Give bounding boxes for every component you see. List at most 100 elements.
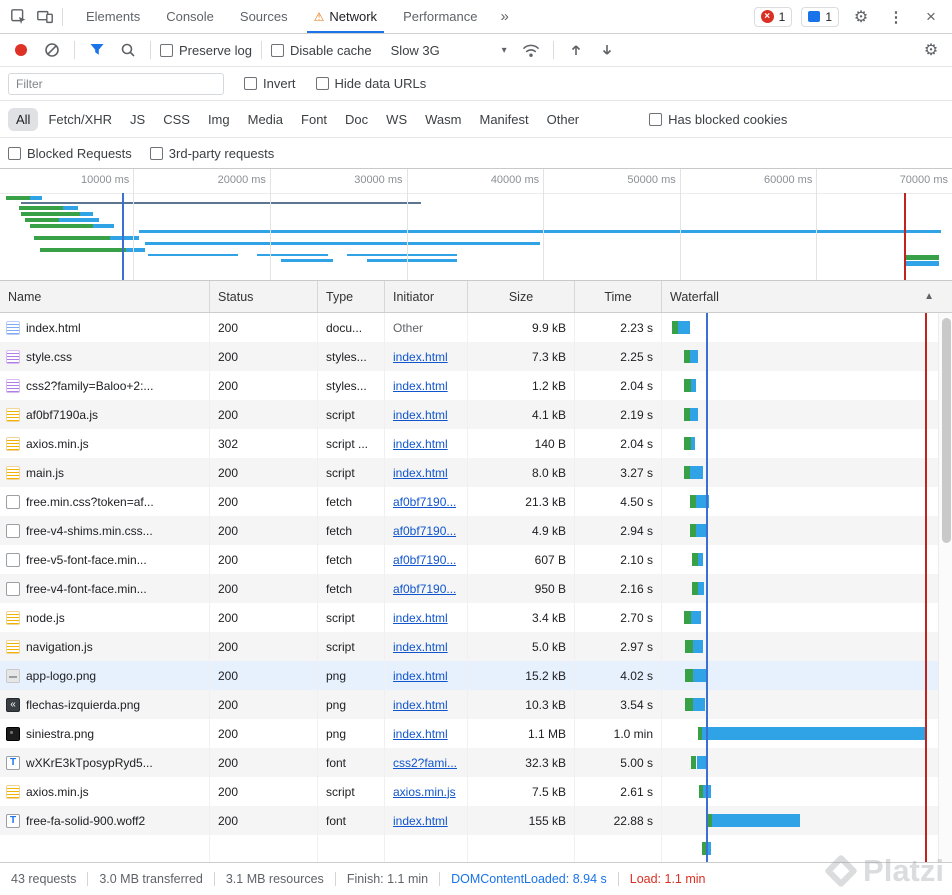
column-header-waterfall[interactable]: Waterfall▲ [662,281,952,312]
record-network-log-button[interactable] [8,37,34,63]
initiator-link[interactable]: af0bf7190... [393,495,456,509]
throttling-dropdown[interactable]: Slow 3G ▾ [385,40,513,61]
network-overview-timeline[interactable]: 10000 ms20000 ms30000 ms40000 ms50000 ms… [0,169,952,281]
table-row-css2-family-baloo-2[interactable]: css2?family=Baloo+2:...200styles...index… [0,371,938,400]
cell-type: script [318,400,385,429]
table-row-free-min-css-token-af[interactable]: free.min.css?token=af...200fetchaf0bf719… [0,487,938,516]
column-header-status[interactable]: Status [210,281,318,312]
initiator-link[interactable]: index.html [393,640,448,654]
initiator-link[interactable]: index.html [393,698,448,712]
inspect-element-button[interactable] [6,4,32,30]
cell-type: fetch [318,487,385,516]
cell-size: 4.1 kB [468,400,575,429]
overview-bar [19,206,63,210]
table-row-siniestra-png[interactable]: siniestra.png200pngindex.html1.1 MB1.0 m… [0,719,938,748]
tab-network[interactable]: ⚠Network [301,0,390,33]
table-row-partial[interactable] [0,835,938,862]
initiator-link[interactable]: af0bf7190... [393,524,456,538]
table-row-index-html[interactable]: index.html200docu...Other9.9 kB2.23 s [0,313,938,342]
column-header-type[interactable]: Type [318,281,385,312]
filter-type-doc[interactable]: Doc [337,108,376,131]
close-devtools-button[interactable]: × [918,4,944,30]
initiator-link[interactable]: index.html [393,408,448,422]
table-row-app-logo-png[interactable]: app-logo.png200pngindex.html15.2 kB4.02 … [0,661,938,690]
has-blocked-cookies-checkbox[interactable]: Has blocked cookies [649,112,787,127]
overview-time-label: 70000 ms [900,174,948,186]
table-row-axios-min-js[interactable]: axios.min.js302script ...index.html140 B… [0,429,938,458]
cell-size: 9.9 kB [468,313,575,342]
filter-input[interactable] [8,73,224,95]
initiator-link[interactable]: index.html [393,379,448,393]
network-settings-gear-icon[interactable]: ⚙ [918,37,944,63]
blocked-requests-checkbox[interactable]: Blocked Requests [8,146,132,161]
invert-checkbox[interactable]: Invert [244,76,296,91]
cell-name: main.js [0,458,210,487]
table-row-flechas-izquierda-png[interactable]: flechas-izquierda.png200pngindex.html10.… [0,690,938,719]
initiator-link[interactable]: index.html [393,669,448,683]
filter-type-js[interactable]: JS [122,108,153,131]
network-conditions-button[interactable] [518,37,544,63]
initiator-link[interactable]: index.html [393,814,448,828]
scrollbar-thumb[interactable] [942,318,951,543]
filter-type-all[interactable]: All [8,108,38,131]
tab-elements[interactable]: Elements [73,0,153,33]
initiator-text: Other [393,321,423,335]
scrollbar[interactable] [938,313,952,862]
cell-type: script [318,777,385,806]
initiator-link[interactable]: axios.min.js [393,785,456,799]
search-button[interactable] [115,37,141,63]
table-row-axios-min-js[interactable]: axios.min.js200scriptaxios.min.js7.5 kB2… [0,777,938,806]
checkbox-icon [8,147,21,160]
initiator-link[interactable]: index.html [393,466,448,480]
filter-type-wasm[interactable]: Wasm [417,108,469,131]
initiator-link[interactable]: index.html [393,437,448,451]
clear-network-log-button[interactable] [39,37,65,63]
disable-cache-checkbox[interactable]: Disable cache [271,43,372,58]
filter-type-media[interactable]: Media [240,108,291,131]
export-har-button[interactable] [594,37,620,63]
tab-console[interactable]: Console [153,0,227,33]
tab-sources[interactable]: Sources [227,0,301,33]
table-row-free-v4-font-face-min[interactable]: free-v4-font-face.min...200fetchaf0bf719… [0,574,938,603]
settings-gear-icon[interactable]: ⚙ [848,4,874,30]
table-row-node-js[interactable]: node.js200scriptindex.html3.4 kB2.70 s [0,603,938,632]
initiator-link[interactable]: index.html [393,350,448,364]
table-row-wxkre3ktposypryd5[interactable]: wXKrE3kTposypRyd5...200fontcss2?fami...3… [0,748,938,777]
initiator-link[interactable]: index.html [393,727,448,741]
table-row-free-fa-solid-900-woff2[interactable]: free-fa-solid-900.woff2200fontindex.html… [0,806,938,835]
table-row-navigation-js[interactable]: navigation.js200scriptindex.html5.0 kB2.… [0,632,938,661]
column-header-name[interactable]: Name [0,281,210,312]
table-row-main-js[interactable]: main.js200scriptindex.html8.0 kB3.27 s [0,458,938,487]
table-row-free-v5-font-face-min[interactable]: free-v5-font-face.min...200fetchaf0bf719… [0,545,938,574]
import-har-button[interactable] [563,37,589,63]
cell-time: 22.88 s [575,806,662,835]
column-header-size[interactable]: Size [468,281,575,312]
table-row-af0bf7190a-js[interactable]: af0bf7190a.js200scriptindex.html4.1 kB2.… [0,400,938,429]
table-row-style-css[interactable]: style.css200styles...index.html7.3 kB2.2… [0,342,938,371]
column-header-time[interactable]: Time [575,281,662,312]
filter-type-fetch-xhr[interactable]: Fetch/XHR [40,108,120,131]
filter-type-css[interactable]: CSS [155,108,198,131]
filter-type-ws[interactable]: WS [378,108,415,131]
third-party-requests-checkbox[interactable]: 3rd-party requests [150,146,275,161]
kebab-menu-icon[interactable]: ⋮ [883,4,909,30]
preserve-log-checkbox[interactable]: Preserve log [160,43,252,58]
filter-type-img[interactable]: Img [200,108,238,131]
tab-performance[interactable]: Performance [390,0,490,33]
column-header-initiator[interactable]: Initiator [385,281,468,312]
filter-type-other[interactable]: Other [539,108,588,131]
initiator-link[interactable]: css2?fami... [393,756,457,770]
table-row-free-v4-shims-min-css[interactable]: free-v4-shims.min.css...200fetchaf0bf719… [0,516,938,545]
filter-toggle-button[interactable] [84,37,110,63]
initiator-link[interactable]: af0bf7190... [393,582,456,596]
initiator-link[interactable]: index.html [393,611,448,625]
initiator-link[interactable]: af0bf7190... [393,553,456,567]
more-tabs-button[interactable]: » [490,8,518,25]
hide-data-urls-checkbox[interactable]: Hide data URLs [316,76,427,91]
toggle-device-toolbar-button[interactable] [32,4,58,30]
console-messages-badge[interactable]: 1 [801,7,839,27]
dcl-line [706,313,708,862]
filter-type-font[interactable]: Font [293,108,335,131]
filter-type-manifest[interactable]: Manifest [471,108,536,131]
console-errors-badge[interactable]: 1 [754,7,793,27]
